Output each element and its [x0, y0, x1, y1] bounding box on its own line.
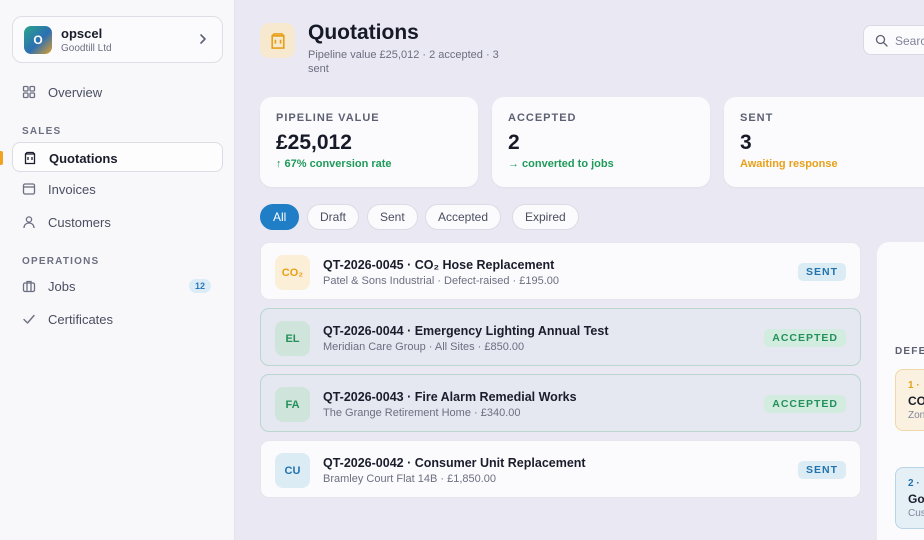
stat-card-sent: SENT 3 Awaiting response — [724, 97, 924, 187]
active-indicator — [0, 151, 3, 165]
check-icon — [23, 314, 35, 324]
quote-title: QT-2026-0043 · Fire Alarm Remedial Works — [323, 390, 577, 404]
status-badge: SENT — [797, 461, 846, 479]
quote-avatar: FA — [275, 387, 310, 422]
sidebar-item-certificates[interactable]: Certificates — [12, 304, 223, 334]
defect-card[interactable]: 1 · CO₂ Zone — [895, 369, 924, 431]
invoice-icon — [22, 183, 36, 195]
sidebar-item-label: Certificates — [48, 312, 114, 327]
status-badge: ACCEPTED — [764, 395, 846, 413]
filter-chip-expired[interactable]: Expired — [512, 204, 579, 230]
defect-number: 2 · — [908, 478, 920, 489]
sidebar-item-label: Overview — [48, 85, 103, 100]
page-icon — [260, 23, 295, 58]
quote-row[interactable]: CU QT-2026-0042 · Consumer Unit Replacem… — [260, 440, 861, 498]
defect-card[interactable]: 2 · Gold Cust — [895, 467, 924, 529]
quote-row[interactable]: FA QT-2026-0043 · Fire Alarm Remedial Wo… — [260, 374, 861, 432]
status-badge: SENT — [797, 263, 846, 281]
quote-avatar: CO₂ — [275, 255, 310, 290]
quote-title: QT-2026-0045 · CO₂ Hose Replacement — [323, 258, 555, 272]
defect-number: 1 · — [908, 380, 920, 391]
stat-note: → converted to jobs — [508, 158, 614, 170]
stat-label: SENT — [740, 112, 774, 124]
sidebar-item-label: Customers — [48, 215, 111, 230]
org-name: opscel — [61, 26, 103, 41]
quote-row[interactable]: CO₂ QT-2026-0045 · CO₂ Hose Replacement … — [260, 242, 861, 300]
section-title-sales: SALES — [22, 126, 62, 137]
sidebar-item-customers[interactable]: Customers — [12, 207, 223, 237]
stat-card-pipeline: PIPELINE VALUE £25,012 ↑ 67% conversion … — [260, 97, 478, 187]
search-placeholder: Search — [895, 34, 924, 48]
stat-label: PIPELINE VALUE — [276, 112, 380, 124]
chevron-right-icon — [200, 34, 206, 44]
page-subtitle: Pipeline value £25,012 · 2 accepted · 3 … — [308, 49, 499, 75]
stat-value: 2 — [508, 131, 520, 154]
grid-icon — [22, 85, 36, 99]
panel-section-title: DEFECTS — [895, 346, 924, 357]
sidebar-item-jobs[interactable]: Jobs 12 — [12, 271, 223, 301]
quote-subtitle: Bramley Court Flat 14B · £1,850.00 — [323, 473, 497, 485]
briefcase-icon — [22, 280, 36, 293]
quote-icon — [270, 32, 285, 49]
sidebar-item-overview[interactable]: Overview — [12, 77, 223, 107]
sidebar-item-invoices[interactable]: Invoices — [12, 174, 223, 204]
search-icon — [875, 34, 888, 47]
section-title-operations: OPERATIONS — [22, 256, 100, 267]
main-content: Quotations Pipeline value £25,012 · 2 ac… — [235, 0, 924, 540]
stat-label: ACCEPTED — [508, 112, 577, 124]
status-badge: ACCEPTED — [764, 329, 846, 347]
page-title: Quotations — [308, 21, 419, 44]
filter-chip-all[interactable]: All — [260, 204, 300, 230]
quote-subtitle: Meridian Care Group · All Sites · £850.0… — [323, 341, 525, 353]
quote-row[interactable]: EL QT-2026-0044 · Emergency Lighting Ann… — [260, 308, 861, 366]
quote-detail-panel: DEFECTS 1 · CO₂ Zone 2 · Gold Cust — [877, 242, 924, 540]
quote-subtitle: Patel & Sons Industrial · Defect-raised … — [323, 275, 560, 287]
defect-subtitle: Cust — [908, 508, 924, 519]
sidebar-item-label: Quotations — [49, 151, 118, 166]
sidebar: O opscel Goodtill Ltd Overview SALES Quo… — [0, 0, 235, 540]
filter-chip-draft[interactable]: Draft — [307, 204, 360, 230]
stat-card-accepted: ACCEPTED 2 → converted to jobs — [492, 97, 710, 187]
quote-avatar: EL — [275, 321, 310, 356]
org-switcher[interactable]: O opscel Goodtill Ltd — [12, 16, 223, 63]
filter-chip-sent[interactable]: Sent — [367, 204, 418, 230]
defect-subtitle: Zone — [908, 410, 924, 421]
stat-value: £25,012 — [276, 131, 352, 154]
defect-title: Gold — [908, 492, 924, 506]
quote-title: QT-2026-0044 · Emergency Lighting Annual… — [323, 324, 609, 338]
jobs-count-badge: 12 — [189, 279, 211, 293]
org-logo: O — [24, 26, 52, 54]
sidebar-item-quotations[interactable]: Quotations — [12, 142, 223, 172]
stat-note: ↑ 67% conversion rate — [276, 158, 392, 170]
search-input[interactable]: Search — [863, 25, 924, 55]
quote-title: QT-2026-0042 · Consumer Unit Replacement — [323, 456, 586, 470]
quote-avatar: CU — [275, 453, 310, 488]
stat-value: 3 — [740, 131, 752, 154]
org-subtitle: Goodtill Ltd — [61, 43, 112, 54]
quote-subtitle: The Grange Retirement Home · £340.00 — [323, 407, 521, 419]
sidebar-item-label: Jobs — [48, 279, 76, 294]
person-icon — [23, 216, 35, 229]
defect-title: CO₂ — [908, 394, 924, 408]
filter-chip-accepted[interactable]: Accepted — [425, 204, 502, 230]
stat-note: Awaiting response — [740, 158, 838, 170]
quote-icon — [24, 151, 36, 165]
sidebar-item-label: Invoices — [48, 182, 96, 197]
